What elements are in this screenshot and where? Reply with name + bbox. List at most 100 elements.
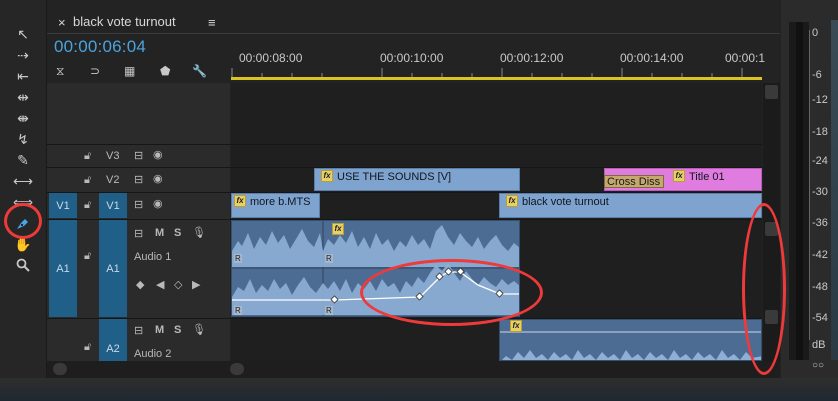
fx-badge: fx bbox=[321, 170, 333, 182]
selection-tool-icon[interactable]: ↖ bbox=[12, 24, 34, 44]
v3-lock-icon[interactable]: 🔓︎ bbox=[84, 150, 91, 163]
a1-voiceover-icon[interactable]: 🎙︎ bbox=[192, 226, 206, 239]
zoom-tool-icon[interactable] bbox=[12, 255, 34, 275]
meter-label-36: -36 bbox=[812, 217, 828, 229]
meter-label-48: -48 bbox=[812, 281, 828, 293]
a1-source-label: A1 bbox=[56, 262, 70, 275]
audio-channel-r-badge: R bbox=[234, 254, 242, 263]
a2-track-title: Audio 2 bbox=[134, 348, 172, 360]
clip-black-vote-turnout[interactable]: fx black vote turnout bbox=[499, 193, 762, 218]
timeline-settings-icon[interactable]: 🔧 bbox=[192, 64, 207, 78]
v1-eye-icon[interactable]: ◉ bbox=[153, 197, 163, 210]
marker-icon[interactable]: ⬟ bbox=[160, 64, 170, 78]
v2-sync-icon[interactable]: ⊟ bbox=[134, 173, 143, 186]
meter-label-12: -12 bbox=[812, 94, 828, 106]
v3-sync-icon[interactable]: ⊟ bbox=[134, 149, 143, 162]
transition-label: Cross Diss bbox=[607, 176, 661, 188]
fx-badge: fx bbox=[510, 320, 522, 332]
meter-label-18: -18 bbox=[812, 126, 828, 138]
audio-channel-r-badge: R bbox=[234, 306, 242, 315]
annotation-ellipse-scroll bbox=[742, 203, 786, 375]
meter-label-6: -6 bbox=[812, 69, 822, 81]
a1-solo-button[interactable]: S bbox=[174, 227, 181, 239]
hscroll-left-handle[interactable] bbox=[53, 363, 67, 375]
clip-more-b[interactable]: fx more b.MTS bbox=[231, 193, 320, 218]
add-keyframe-icon[interactable]: ◇ bbox=[174, 278, 182, 291]
fx-badge: fx bbox=[332, 223, 344, 235]
ripple-edit-tool-icon[interactable]: ⇤ bbox=[12, 66, 34, 86]
audio-channel-r-badge: R bbox=[325, 254, 333, 263]
a2-sync-icon[interactable]: ⊟ bbox=[134, 324, 143, 337]
a1-lock-icon[interactable]: 🔓︎ bbox=[84, 250, 91, 263]
meter-solo-icons[interactable]: ○○ bbox=[812, 360, 824, 371]
v3-track-name[interactable]: V3 bbox=[106, 150, 119, 162]
ruler-label-08: 00:00:08:00 bbox=[239, 51, 303, 65]
clip-use-the-sounds-label: USE THE SOUNDS [V] bbox=[337, 171, 452, 184]
ruler-label-10: 00:00:10:00 bbox=[380, 51, 444, 65]
audio-clip-a2[interactable]: fx bbox=[499, 319, 762, 361]
v1-sync-icon[interactable]: ⊟ bbox=[134, 198, 143, 211]
playhead-timecode[interactable]: 00:00:06:04 bbox=[54, 37, 146, 57]
rolling-edit-tool-icon[interactable]: ⇹ bbox=[12, 87, 34, 107]
background-image-edge bbox=[831, 20, 838, 360]
ruler-label-16: 00:00:1 bbox=[725, 51, 766, 65]
ruler-label-14: 00:00:14:00 bbox=[620, 51, 684, 65]
a1-track-label: A1 bbox=[106, 262, 120, 275]
work-area-bar[interactable] bbox=[231, 77, 762, 80]
horizontal-scrollbar[interactable] bbox=[47, 361, 780, 378]
razor-tool-icon[interactable]: ↯ bbox=[12, 129, 34, 149]
meter-label-54: -54 bbox=[812, 312, 828, 324]
tab-divider bbox=[47, 33, 780, 34]
meter-label-24: -24 bbox=[812, 155, 828, 167]
prev-keyframe-icon[interactable]: ◀ bbox=[156, 278, 164, 291]
add-marker-icon[interactable]: ▦ bbox=[124, 64, 135, 78]
meter-label-0: 0 bbox=[812, 27, 819, 39]
slip-tool-icon[interactable]: ✎ bbox=[12, 150, 34, 170]
a1-track-target[interactable]: A1 bbox=[99, 220, 127, 317]
snap-icon[interactable]: ⧖ bbox=[56, 64, 64, 79]
fx-badge: fx bbox=[234, 195, 246, 207]
next-keyframe-icon[interactable]: ▶ bbox=[192, 278, 200, 291]
clip-use-the-sounds[interactable]: fx USE THE SOUNDS [V] bbox=[314, 168, 520, 191]
row-separator bbox=[47, 144, 762, 145]
a1-keyframe-menu-icon[interactable]: ◆ bbox=[136, 278, 144, 291]
waveform-a2 bbox=[500, 320, 761, 360]
annotation-circle-pen bbox=[4, 203, 42, 239]
transition-cross-dissolve[interactable]: Cross Diss bbox=[604, 175, 664, 188]
ruler-label-12: 00:00:12:00 bbox=[500, 51, 564, 65]
a1-mute-button[interactable]: M bbox=[155, 227, 164, 239]
slide-tool-icon[interactable]: ⟷ bbox=[12, 171, 34, 191]
a1-sync-icon[interactable]: ⊟ bbox=[134, 227, 143, 240]
vscroll-thumb-top[interactable] bbox=[765, 85, 778, 99]
tab-close-icon[interactable]: × bbox=[58, 14, 66, 32]
v2-track-name[interactable]: V2 bbox=[106, 174, 119, 186]
v2-lock-icon[interactable]: 🔓︎ bbox=[84, 174, 91, 187]
ruler-ticks bbox=[231, 68, 743, 77]
linked-selection-icon[interactable]: ⊃ bbox=[90, 64, 100, 78]
a2-mute-button[interactable]: M bbox=[155, 324, 164, 336]
a2-lock-icon[interactable]: 🔓︎ bbox=[84, 341, 91, 354]
v1-lock-icon[interactable]: 🔓︎ bbox=[84, 199, 91, 212]
a2-solo-button[interactable]: S bbox=[174, 324, 181, 336]
a2-voiceover-icon[interactable]: 🎙︎ bbox=[192, 323, 206, 336]
v1-source-patch[interactable]: V1 bbox=[49, 193, 77, 218]
tools-panel: ↖ ⇢ ⇤ ⇹ ⇼ ↯ ✎ ⟷ ⟺ ✋ bbox=[0, 0, 47, 378]
meter-label-30: -30 bbox=[812, 186, 828, 198]
track-select-tool-icon[interactable]: ⇢ bbox=[12, 45, 34, 65]
rate-stretch-tool-icon[interactable]: ⇼ bbox=[12, 108, 34, 128]
clip-more-b-label: more b.MTS bbox=[250, 196, 311, 209]
sequence-tab-title[interactable]: black vote turnout bbox=[73, 14, 176, 29]
tab-menu-icon[interactable]: ≡ bbox=[208, 14, 216, 32]
meter-label-db: dB bbox=[812, 339, 826, 351]
annotation-ellipse-keyframes bbox=[360, 259, 543, 326]
a1-track-title: Audio 1 bbox=[134, 251, 172, 263]
hscroll-right-handle[interactable] bbox=[230, 363, 244, 375]
a2-track-target[interactable]: A2 bbox=[99, 319, 127, 361]
fx-badge: fx bbox=[506, 195, 518, 207]
meter-channel bbox=[796, 22, 803, 360]
v1-track-target[interactable]: V1 bbox=[99, 193, 127, 218]
a1-source-patch[interactable]: A1 bbox=[49, 220, 77, 317]
v2-eye-icon[interactable]: ◉ bbox=[153, 172, 163, 185]
v3-eye-icon[interactable]: ◉ bbox=[153, 148, 163, 161]
a2-track-label: A2 bbox=[106, 343, 120, 355]
